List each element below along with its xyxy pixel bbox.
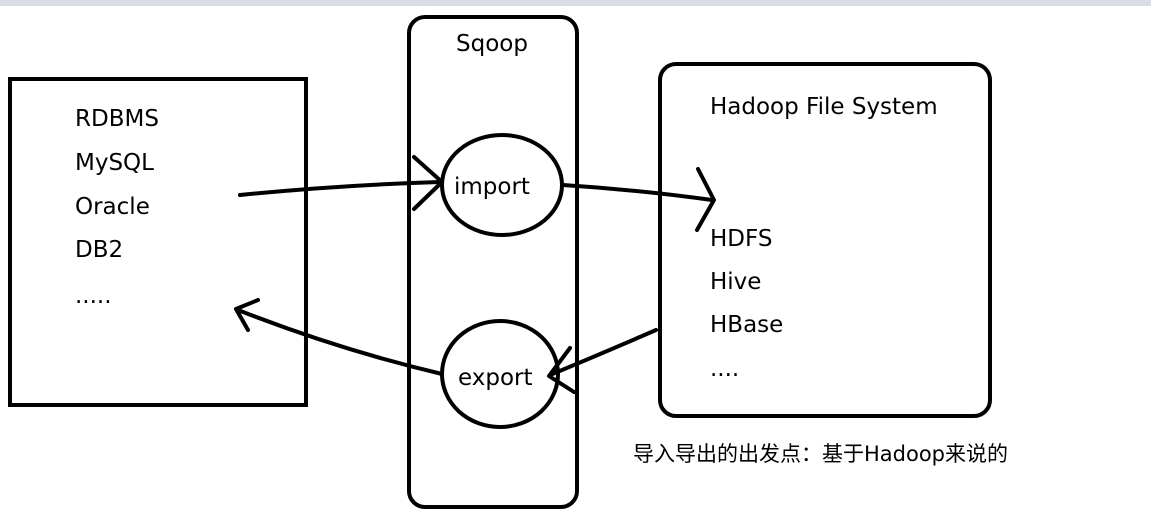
hadoop-title: Hadoop File System xyxy=(710,94,938,120)
source-item: MySQL xyxy=(75,150,154,176)
import-to-hadoop-arrow xyxy=(561,183,714,202)
sqoop-box xyxy=(407,15,579,509)
hadoop-item: HDFS xyxy=(710,226,772,252)
source-item: DB2 xyxy=(75,237,123,263)
export-to-source-arrow xyxy=(236,308,444,376)
export-label: export xyxy=(458,365,533,391)
hadoop-item: Hive xyxy=(710,269,761,295)
hadoop-item: .... xyxy=(710,356,739,382)
sqoop-data-flow-diagram: RDBMS MySQL Oracle DB2 ..... Sqoop impor… xyxy=(8,15,1008,509)
source-item: RDBMS xyxy=(75,106,159,132)
sqoop-title: Sqoop xyxy=(456,31,528,57)
hadoop-item: HBase xyxy=(710,312,783,338)
direction-note: 导入导出的出发点：基于Hadoop来说的 xyxy=(633,442,1008,466)
import-label: import xyxy=(454,174,530,200)
source-item: Oracle xyxy=(75,194,150,220)
source-item: ..... xyxy=(75,283,112,309)
